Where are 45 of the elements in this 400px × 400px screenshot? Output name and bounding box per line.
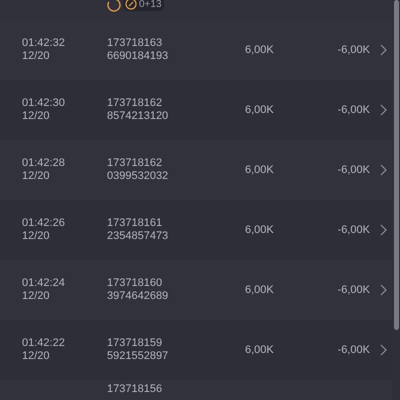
amount-text: 6,00K — [245, 44, 274, 56]
amount-text: 6,00K — [245, 104, 274, 116]
id-text: 173718159 — [107, 337, 164, 350]
date-text: 12/20 — [22, 110, 51, 123]
result-text: -6,00K — [338, 42, 370, 58]
chevron-right-icon[interactable] — [380, 104, 388, 116]
id-text: 173718163 — [107, 37, 164, 50]
id-text: 3974642689 — [107, 290, 170, 303]
id-text: 173718161 — [107, 217, 164, 230]
result-text: -6,00K — [338, 222, 370, 238]
id-text: 2354857473 — [107, 230, 170, 243]
time-text: 01:42:24 — [22, 277, 66, 290]
result-text: -6,00K — [338, 162, 370, 178]
amount-text: 6,00K — [245, 284, 274, 296]
time-text: 01:42:26 — [22, 217, 66, 230]
result-text: -6,00K — [338, 342, 370, 358]
id-text: 173718160 — [107, 277, 164, 290]
id-text: 8574213120 — [107, 110, 170, 123]
id-text: 0399532032 — [107, 170, 170, 183]
amount-text: 6,00K — [245, 344, 274, 356]
date-text: 12/20 — [22, 50, 51, 63]
scrollbar-thumb[interactable] — [394, 0, 398, 330]
time-text: 01:42:30 — [22, 97, 66, 110]
date-text: 12/20 — [22, 350, 51, 363]
id-text: 5921552897 — [107, 350, 170, 363]
time-text: 01:42:22 — [22, 337, 66, 350]
chevron-right-icon[interactable] — [380, 44, 388, 56]
date-text: 12/20 — [22, 170, 51, 183]
id-text: 173718162 — [107, 157, 164, 170]
date-text: 12/20 — [22, 290, 51, 303]
amount-text: 6,00K — [245, 224, 274, 236]
time-text: 01:42:32 — [22, 37, 66, 50]
chevron-right-icon[interactable] — [380, 224, 388, 236]
chevron-right-icon[interactable] — [380, 164, 388, 176]
date-text: 12/20 — [22, 230, 51, 243]
id-text: 6690184193 — [107, 50, 170, 63]
chevron-right-icon[interactable] — [380, 344, 388, 356]
chevron-right-icon[interactable] — [380, 284, 388, 296]
time-text: 01:42:28 — [22, 157, 66, 170]
id-text: 173718156 — [107, 383, 162, 395]
result-text: -6,00K — [338, 102, 370, 118]
spinner-icon — [107, 0, 121, 12]
id-text: 173718162 — [107, 97, 164, 110]
result-text: -6,00K — [338, 282, 370, 298]
amount-text: 6,00K — [245, 164, 274, 176]
